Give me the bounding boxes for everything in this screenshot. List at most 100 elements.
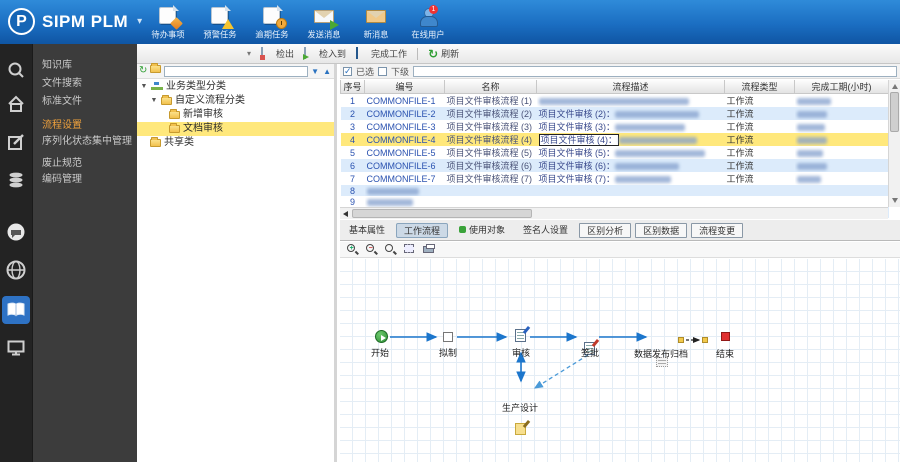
tab-workflow[interactable]: 工作流程 <box>396 223 449 238</box>
tab-difference-data[interactable]: 区别数据 <box>635 223 688 238</box>
tab-signer-settings[interactable]: 签名人设置 <box>516 223 575 238</box>
nav-overdue-tasks[interactable]: 逾期任务 <box>246 4 298 41</box>
table-row[interactable]: 2 COMMONFILE-2 项目文件审核流程 (2) 项目文件审核 (2)： … <box>340 107 889 120</box>
zoom-out-icon[interactable]: − <box>365 243 378 256</box>
col-header-no[interactable]: 序号 <box>340 80 365 94</box>
connector-port[interactable] <box>702 337 708 343</box>
tree-expander-icon[interactable]: ▼ <box>140 80 148 94</box>
col-header-code[interactable]: 编号 <box>364 80 445 94</box>
globe-icon[interactable] <box>4 258 28 282</box>
nav-todo-items[interactable]: 待办事项 <box>142 4 194 41</box>
left-icon-strip <box>0 44 32 462</box>
scrollbar-thumb[interactable] <box>352 209 532 218</box>
folder-icon <box>161 95 172 105</box>
home-icon[interactable] <box>4 92 28 116</box>
menu-item-knowledge-base[interactable]: 知识库 <box>33 58 138 74</box>
nav-alert-tasks[interactable]: 预警任务 <box>194 4 246 41</box>
complete-work-button[interactable]: 完成工作 <box>356 46 407 60</box>
col-header-duration[interactable]: 完成工期(小时) <box>794 80 889 94</box>
tree-node-document-review[interactable]: 文档审核 <box>137 122 334 136</box>
process-table: 序号 编号 名称 流程描述 流程类型 完成工期(小时) 1 COMMONFILE… <box>340 80 889 218</box>
table-row-selected[interactable]: 4 COMMONFILE-4 项目文件审核流程 (4) 项目文件审核 (4)： … <box>340 133 889 146</box>
flow-node-end-icon[interactable] <box>721 332 730 341</box>
book-icon[interactable] <box>2 296 30 324</box>
tab-difference-analysis[interactable]: 区别分析 <box>579 223 632 238</box>
table-row[interactable]: 1 COMMONFILE-1 项目文件审核流程 (1) 工作流 <box>341 94 889 108</box>
toolbar-dropdown-caret[interactable]: ▾ <box>247 49 251 58</box>
print-icon[interactable] <box>422 243 435 256</box>
scroll-left-icon[interactable] <box>343 211 348 217</box>
check-in-icon <box>304 46 316 60</box>
flow-node-start-icon[interactable] <box>375 330 388 343</box>
tree-expander-icon[interactable]: ▼ <box>150 94 158 108</box>
category-tree-panel: ↻ ▼ ▲ ▼ 业务类型分类 ▼ 自定义流程分类 新增审核 文档审核 共享类 <box>137 63 337 462</box>
menu-item-obsolete-specs[interactable]: 废止规范 <box>33 156 138 172</box>
select-area-icon[interactable] <box>403 243 416 256</box>
tree-node-custom-process[interactable]: ▼ 自定义流程分类 <box>137 94 334 108</box>
horizontal-scrollbar[interactable] <box>340 207 888 219</box>
quick-search-icon[interactable] <box>4 58 28 82</box>
app-logo[interactable]: P SIPM PLM ▾ <box>8 8 142 35</box>
nav-send-message[interactable]: 发送消息 <box>298 4 350 41</box>
tree-search-input[interactable] <box>164 65 309 77</box>
vertical-scrollbar[interactable] <box>888 80 900 207</box>
selected-filter-checkbox[interactable] <box>343 66 352 77</box>
tab-used-objects[interactable]: 使用对象 <box>452 223 512 238</box>
col-header-type[interactable]: 流程类型 <box>724 80 795 94</box>
tree-refresh-icon[interactable]: ↻ <box>139 65 147 77</box>
menu-item-file-search[interactable]: 文件搜索 <box>33 76 138 92</box>
zoom-reset-icon[interactable] <box>384 243 397 256</box>
alert-task-icon <box>208 5 234 29</box>
tree-filter-icon[interactable] <box>150 63 162 77</box>
menu-item-code-management[interactable]: 编码管理 <box>33 172 138 188</box>
tree-node-shared-class[interactable]: 共享类 <box>137 136 334 150</box>
chat-icon[interactable] <box>4 220 28 244</box>
tree-node-new-review[interactable]: 新增审核 <box>137 108 334 122</box>
table-row[interactable]: 6 COMMONFILE-6 项目文件审核流程 (6) 项目文件审核 (6)： … <box>340 159 889 172</box>
tab-basic-properties[interactable]: 基本属性 <box>342 223 392 238</box>
collapse-all-icon[interactable]: ▲ <box>323 67 332 76</box>
col-header-name[interactable]: 名称 <box>444 80 537 94</box>
scroll-down-icon[interactable] <box>892 198 898 203</box>
zoom-in-icon[interactable]: + <box>346 243 359 256</box>
database-icon[interactable] <box>4 168 28 192</box>
flow-node-draft-label: 拟制 <box>439 348 458 358</box>
expand-all-icon[interactable]: ▼ <box>311 67 320 76</box>
new-message-icon <box>364 5 388 27</box>
refresh-button[interactable]: ↻ 刷新 <box>428 47 459 60</box>
monitor-icon[interactable] <box>4 336 28 360</box>
flow-node-production-design-label: 生产设计 <box>502 403 539 413</box>
table-row[interactable]: 7 COMMONFILE-7 项目文件审核流程 (7) 项目文件审核 (7)： … <box>341 172 889 185</box>
workflow-detail-panel: 基本属性 工作流程 使用对象 签名人设置 区别分析 区别数据 流程变更 + − <box>340 220 900 462</box>
nav-new-message[interactable]: 新消息 <box>350 4 402 41</box>
inline-edit-cell[interactable]: 项目文件审核 (4)： <box>538 134 620 146</box>
tree-toolbar: ↻ ▼ ▲ <box>137 63 334 79</box>
table-row[interactable]: 8 <box>340 185 889 196</box>
table-row[interactable]: 3 COMMONFILE-3 项目文件审核流程 (3) 项目文件审核 (3)： … <box>341 120 889 133</box>
workflow-canvas[interactable]: 开始 拟制 审核 签批 数据发布归档 结束 生产设计 <box>340 259 900 462</box>
scrollbar-thumb[interactable] <box>890 92 899 132</box>
tab-process-change[interactable]: 流程变更 <box>691 223 744 238</box>
complete-work-icon <box>356 46 368 60</box>
check-out-button[interactable]: 检出 <box>261 46 294 60</box>
col-header-desc[interactable]: 流程描述 <box>536 80 725 94</box>
menu-item-standard-files[interactable]: 标准文件 <box>33 94 138 110</box>
table-row[interactable]: 5 COMMONFILE-5 项目文件审核流程 (5) 项目文件审核 (5)： … <box>341 146 889 159</box>
connector-port[interactable] <box>678 337 684 343</box>
menu-item-process-settings[interactable]: 流程设置 <box>33 118 140 134</box>
nav-online-users[interactable]: 1 在线用户 <box>402 4 454 41</box>
redacted-text <box>538 97 689 105</box>
sipm-plm-window: P SIPM PLM ▾ 待办事项 预警任务 逾期任务 发送消息 新消息 1 在… <box>0 0 900 462</box>
check-in-button[interactable]: 检入到 <box>304 46 346 60</box>
scroll-up-icon[interactable] <box>892 84 898 89</box>
flow-node-production-design-icon[interactable] <box>515 423 526 435</box>
table-row[interactable]: 9 <box>341 196 889 207</box>
tree-root-business-types[interactable]: ▼ 业务类型分类 <box>137 80 334 94</box>
flow-connectors <box>390 332 701 389</box>
menu-item-serialized-status[interactable]: 序列化状态集中管理 <box>33 134 138 150</box>
flow-node-review-icon[interactable] <box>515 325 531 342</box>
edit-icon[interactable] <box>4 130 28 154</box>
sublevel-filter-checkbox[interactable] <box>378 66 388 76</box>
flow-node-draft-icon[interactable] <box>443 332 453 342</box>
grid-search-input[interactable] <box>413 65 897 77</box>
